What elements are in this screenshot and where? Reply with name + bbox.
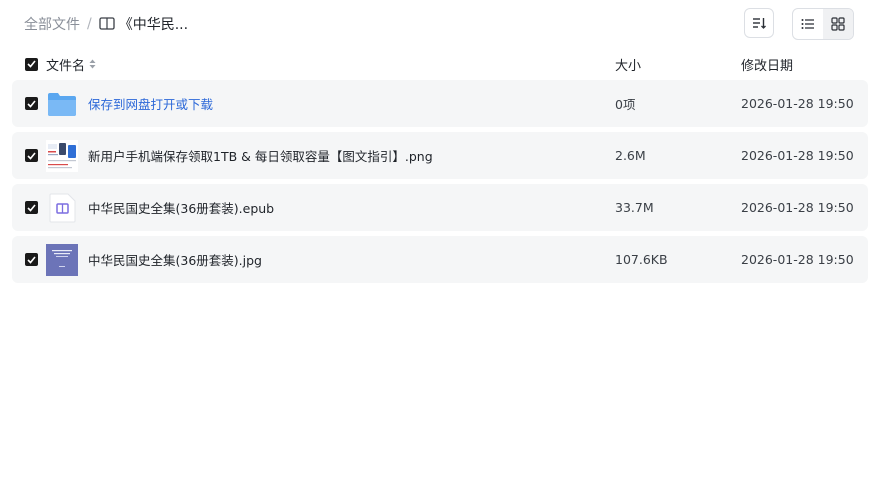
grid-view-icon (831, 17, 845, 31)
breadcrumb-current: 《中华民... (118, 17, 189, 33)
row-checkbox[interactable] (25, 253, 38, 266)
file-row[interactable]: 中华民国史全集(36册套装).epub 33.7M 2026-01-28 19:… (12, 184, 868, 231)
file-size: 107.6KB (615, 252, 668, 267)
file-row[interactable]: 保存到网盘打开或下载 0项 2026-01-28 19:50 (12, 80, 868, 127)
grid-view-button[interactable] (823, 9, 853, 39)
epub-file-icon (46, 192, 78, 224)
file-date: 2026-01-28 19:50 (741, 148, 854, 163)
image-thumbnail-icon (46, 139, 78, 172)
row-checkbox[interactable] (25, 149, 38, 162)
sort-icon (753, 18, 766, 29)
file-date: 2026-01-28 19:50 (741, 200, 854, 215)
view-toggle (792, 8, 854, 40)
breadcrumb-separator: / (87, 16, 92, 32)
list-view-icon (801, 19, 814, 29)
breadcrumb-root-link[interactable]: 全部文件 (24, 14, 80, 34)
folder-icon (46, 88, 78, 120)
file-name[interactable]: 新用户手机端保存领取1TB & 每日领取容量【图文指引】.png (88, 146, 433, 165)
check-icon (27, 151, 36, 160)
file-row[interactable]: 新用户手机端保存领取1TB & 每日领取容量【图文指引】.png 2.6M 20… (12, 132, 868, 179)
list-view-button[interactable] (793, 9, 823, 39)
select-all-checkbox[interactable] (25, 57, 38, 71)
check-icon (27, 255, 36, 264)
column-date-header[interactable]: 修改日期 (741, 55, 793, 74)
file-date: 2026-01-28 19:50 (741, 252, 854, 267)
sort-arrows-icon (89, 59, 96, 69)
file-size: 2.6M (615, 148, 646, 163)
file-row[interactable]: 中华民国史全集(36册套装).jpg 107.6KB 2026-01-28 19… (12, 236, 868, 283)
breadcrumb: 全部文件 / 《中华民... (24, 14, 188, 34)
file-size: 0项 (615, 97, 636, 112)
file-list-header: 文件名 大小 修改日期 (12, 50, 868, 78)
row-checkbox[interactable] (25, 201, 38, 214)
row-checkbox[interactable] (25, 97, 38, 110)
image-thumbnail-icon (46, 243, 78, 276)
book-icon (99, 17, 115, 30)
sort-button[interactable] (744, 8, 774, 38)
check-icon (27, 99, 36, 108)
column-name-header[interactable]: 文件名 (46, 55, 96, 74)
file-name[interactable]: 中华民国史全集(36册套装).jpg (88, 250, 262, 269)
check-icon (27, 203, 36, 212)
file-size: 33.7M (615, 200, 654, 215)
file-name[interactable]: 中华民国史全集(36册套装).epub (88, 198, 274, 217)
column-size-header[interactable]: 大小 (615, 55, 641, 74)
column-name-label: 文件名 (46, 58, 86, 74)
file-name-link[interactable]: 保存到网盘打开或下载 (88, 94, 213, 113)
check-icon (27, 60, 36, 68)
file-date: 2026-01-28 19:50 (741, 96, 854, 111)
